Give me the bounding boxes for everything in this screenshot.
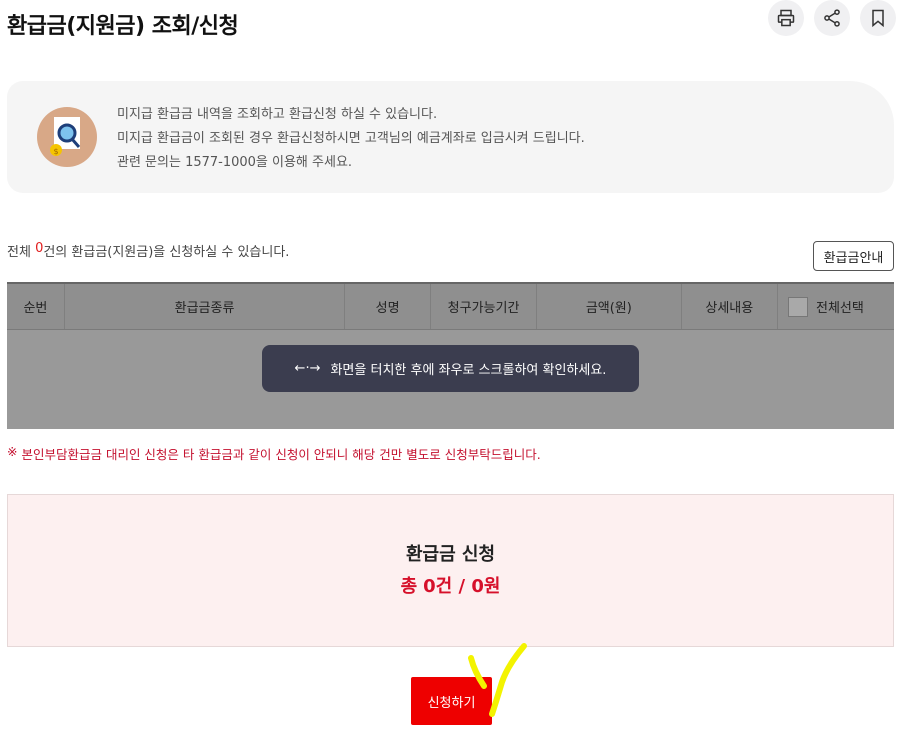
select-all-checkbox[interactable] — [788, 296, 808, 317]
column-header-period: 청구가능기간 — [431, 284, 538, 329]
column-header-detail: 상세내용 — [682, 284, 778, 329]
column-header-name: 성명 — [345, 284, 432, 329]
refund-search-icon: $ — [37, 107, 97, 167]
refund-guide-button[interactable]: 환급금안내 — [813, 241, 894, 271]
printer-icon — [777, 9, 795, 27]
table-header: 순번 환급금종류 성명 청구가능기간 금액(원) 상세내용 전체선택 — [7, 284, 894, 330]
svg-text:$: $ — [53, 147, 58, 156]
info-line: 미지급 환급금 내역을 조회하고 환급신청 하실 수 있습니다. — [117, 107, 438, 122]
count-number: 0 — [35, 241, 44, 256]
highlight-scribble — [468, 643, 527, 717]
info-line: 미지급 환급금이 조회된 경우 환급신청하시면 고객님의 예금계좌로 입금시켜 … — [117, 131, 585, 146]
bookmark-button[interactable] — [860, 0, 896, 36]
notice-mark: ※ — [7, 444, 18, 459]
count-prefix: 전체 — [7, 245, 36, 260]
page-title: 환급금(지원금) 조회/신청 — [7, 14, 239, 39]
summary-total-value: 0건 / 0원 — [423, 576, 501, 597]
count-suffix: 건의 환급금(지원금)을 신청하실 수 있습니다. — [43, 245, 290, 260]
scroll-hint-text: 화면을 터치한 후에 좌우로 스크롤하여 확인하세요. — [330, 363, 607, 378]
refund-count-text: 전체 0 건의 환급금(지원금)을 신청하실 수 있습니다. — [7, 241, 289, 260]
info-panel: $ 미지급 환급금 내역을 조회하고 환급신청 하실 수 있습니다. 미지급 환… — [7, 81, 894, 193]
column-header-amount: 금액(원) — [537, 284, 682, 329]
summary-total-label: 총 — [400, 576, 418, 597]
notice-text: 본인부담환급금 대리인 신청은 타 환급금과 같이 신청이 안되니 해당 건만 … — [21, 447, 541, 462]
share-icon — [824, 9, 840, 27]
print-button[interactable] — [768, 0, 804, 36]
page-toolbar — [768, 0, 896, 36]
proxy-notice: ※ 본인부담환급금 대리인 신청은 타 환급금과 같이 신청이 안되니 해당 건… — [7, 444, 541, 463]
info-line: 관련 문의는 1577-1000을 이용해 주세요. — [117, 155, 353, 170]
refund-table[interactable]: 순번 환급금종류 성명 청구가능기간 금액(원) 상세내용 전체선택 ←·→ 화… — [7, 282, 894, 429]
scroll-hint-toast: ←·→ 화면을 터치한 후에 좌우로 스크롤하여 확인하세요. — [262, 345, 639, 392]
column-header-select-all: 전체선택 — [778, 284, 894, 329]
info-text: 미지급 환급금 내역을 조회하고 환급신청 하실 수 있습니다. 미지급 환급금… — [117, 103, 585, 175]
refund-summary-box: 환급금 신청 총 0건 / 0원 — [7, 494, 894, 647]
bookmark-icon — [872, 9, 884, 28]
summary-title: 환급금 신청 — [405, 544, 496, 565]
column-header-no: 순번 — [7, 284, 65, 329]
select-all-label: 전체선택 — [816, 301, 864, 316]
column-header-type: 환급금종류 — [65, 284, 346, 329]
swipe-arrows-icon: ←·→ — [294, 361, 321, 376]
summary-total: 총 0건 / 0원 — [8, 572, 893, 598]
share-button[interactable] — [814, 0, 850, 36]
